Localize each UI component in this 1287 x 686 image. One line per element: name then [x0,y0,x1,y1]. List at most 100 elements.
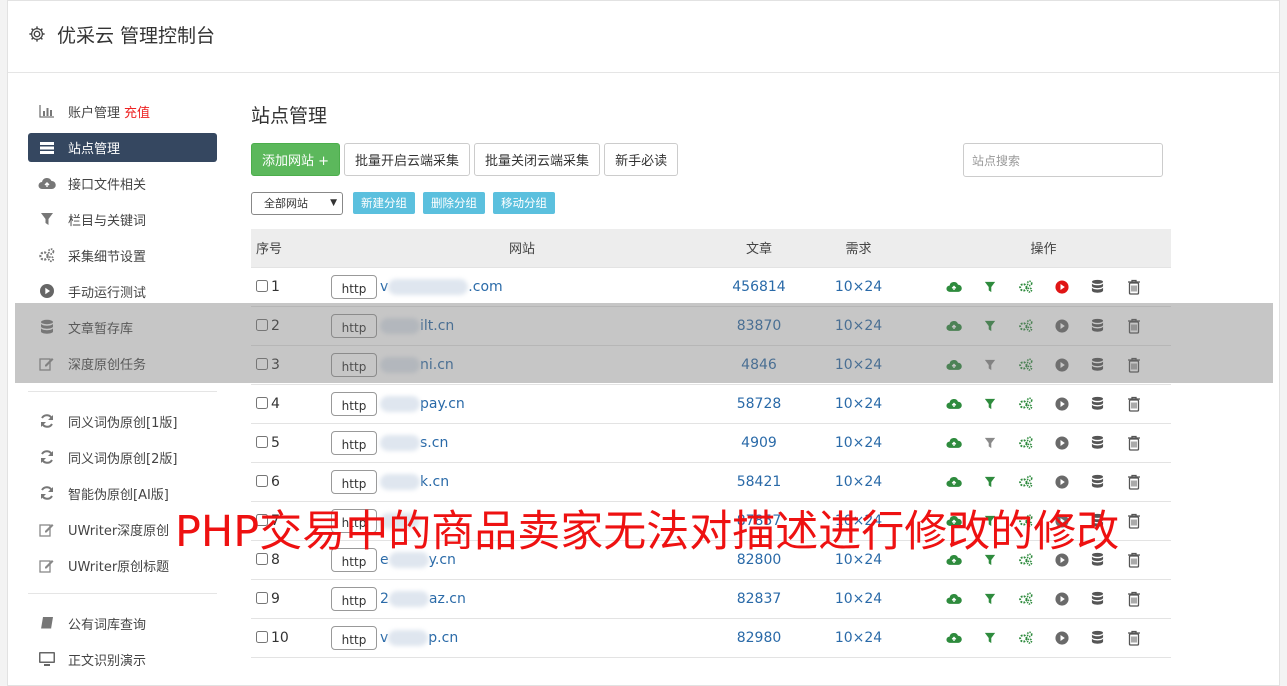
database-icon[interactable] [1089,395,1107,413]
filter-icon[interactable] [981,278,999,296]
col-site: 网站 [327,229,717,267]
demand-value[interactable]: 10×24 [801,383,916,423]
row-checkbox[interactable] [256,591,268,604]
protocol-badge[interactable]: http [331,274,377,299]
protocol-badge[interactable]: http [331,586,377,611]
filter-icon[interactable] [981,629,999,647]
site-prefix[interactable]: 2 [380,591,389,607]
sidebar-item-cogs[interactable]: 采集细节设置 [28,237,217,273]
refresh-icon [38,412,56,430]
enable-cloud-button[interactable]: 批量开启云端采集 [344,142,471,176]
play-icon[interactable] [1053,590,1071,608]
cloud-upload-icon[interactable] [945,278,963,296]
watermark-text: PHP交易中的商品卖家无法对描述进行修改的修改 [175,507,1120,557]
cogs-icon[interactable] [1017,395,1035,413]
add-site-button[interactable]: 添加网站 + [251,142,341,176]
protocol-badge[interactable]: http [331,430,377,455]
disable-cloud-button[interactable]: 批量关闭云端采集 [474,142,601,176]
row-checkbox[interactable] [256,279,268,292]
row-checkbox[interactable] [256,630,268,643]
database-icon[interactable] [1089,629,1107,647]
refresh-icon [38,448,56,466]
cloud-upload-icon[interactable] [945,629,963,647]
site-suffix[interactable]: s.cn [420,435,448,451]
site-prefix[interactable]: v [380,630,388,646]
filter-icon[interactable] [981,395,999,413]
protocol-badge[interactable]: http [331,625,377,650]
articles-count[interactable]: 58728 [717,383,801,423]
demand-value[interactable]: 10×24 [801,461,916,501]
move-group-button[interactable]: 移动分组 [493,192,555,214]
sidebar-item-bar-chart[interactable]: 账户管理 充值 [28,93,217,129]
group-select[interactable]: 全部网站 ▼ [251,191,343,215]
chevron-down-icon: ▼ [330,198,337,208]
trash-icon[interactable] [1125,473,1143,491]
trash-icon[interactable] [1125,590,1143,608]
row-checkbox[interactable] [256,435,268,448]
sidebar-item-server-list[interactable]: 站点管理 [28,133,217,162]
new-group-button[interactable]: 新建分组 [353,192,415,214]
sidebar-item-refresh[interactable]: 同义词伪原创[2版] [28,439,217,475]
articles-count[interactable]: 82980 [717,617,801,658]
trash-icon[interactable] [1125,629,1143,647]
cogs-icon[interactable] [1017,434,1035,452]
cogs-icon[interactable] [1017,590,1035,608]
database-icon[interactable] [1089,473,1107,491]
trash-icon[interactable] [1125,278,1143,296]
play-icon[interactable] [1053,629,1071,647]
site-suffix[interactable]: pay.cn [420,396,465,412]
play-icon[interactable] [1053,278,1071,296]
database-icon[interactable] [1089,590,1107,608]
cloud-upload-icon[interactable] [945,395,963,413]
demand-value[interactable]: 10×24 [801,422,916,462]
database-icon[interactable] [1089,434,1107,452]
row-no: 1 [271,278,280,295]
trash-icon[interactable] [1125,434,1143,452]
recharge-link[interactable]: 充值 [124,102,150,121]
book-icon [38,614,56,632]
sidebar-item-filter[interactable]: 栏目与关键词 [28,201,217,237]
cogs-icon[interactable] [1017,473,1035,491]
site-suffix[interactable]: k.cn [420,474,449,490]
sidebar-item-book[interactable]: 公有词库查询 [28,605,217,641]
database-icon[interactable] [1089,278,1107,296]
trash-icon[interactable] [1125,395,1143,413]
site-prefix[interactable]: v [380,279,388,295]
delete-group-button[interactable]: 删除分组 [423,192,485,214]
cloud-upload-icon[interactable] [945,434,963,452]
protocol-badge[interactable]: http [331,391,377,416]
sidebar-item-label: 智能伪原创[AI版] [68,487,169,503]
trash-icon[interactable] [1125,512,1143,530]
filter-icon[interactable] [981,473,999,491]
site-suffix[interactable]: az.cn [429,591,466,607]
demand-value[interactable]: 10×24 [801,617,916,658]
trash-icon[interactable] [1125,551,1143,569]
cloud-upload-icon[interactable] [945,473,963,491]
site-suffix[interactable]: p.cn [428,630,458,646]
cogs-icon[interactable] [1017,629,1035,647]
site-suffix[interactable]: .com [468,279,502,295]
cloud-upload-icon[interactable] [945,590,963,608]
articles-count[interactable]: 82837 [717,578,801,618]
filter-icon[interactable] [981,434,999,452]
row-checkbox[interactable] [256,474,268,487]
articles-count[interactable]: 4909 [717,422,801,462]
sidebar-item-refresh[interactable]: 同义词伪原创[1版] [28,403,217,439]
guide-button[interactable]: 新手必读 [604,142,679,176]
articles-count[interactable]: 58421 [717,461,801,501]
demand-value[interactable]: 10×24 [801,578,916,618]
site-search-input[interactable]: 站点搜索 [963,143,1163,177]
demand-value[interactable]: 10×24 [801,266,916,306]
row-checkbox[interactable] [256,396,268,409]
articles-count[interactable]: 456814 [717,266,801,306]
sidebar-item-monitor[interactable]: 正文识别演示 [28,641,217,677]
play-icon[interactable] [1053,473,1071,491]
play-icon[interactable] [1053,434,1071,452]
play-icon[interactable] [1053,395,1071,413]
protocol-badge[interactable]: http [331,469,377,494]
sidebar-item-cloud-upload[interactable]: 接口文件相关 [28,165,217,201]
filter-icon[interactable] [981,590,999,608]
cogs-icon[interactable] [1017,278,1035,296]
site-cell: http v p.cn [327,617,717,658]
table-row: 6 http k.cn 58421 10×24 [251,461,1171,501]
